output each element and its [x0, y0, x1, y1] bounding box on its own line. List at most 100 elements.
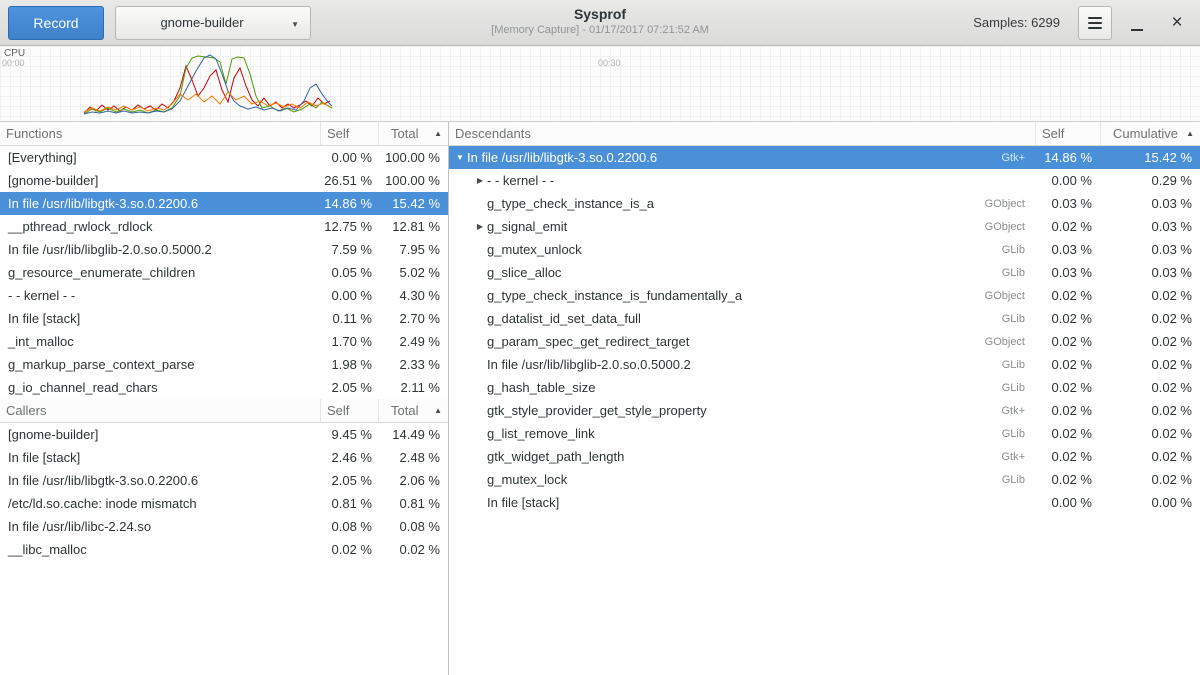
descendants-table-row[interactable]: g_slice_allocGLib0.03 %0.03 % — [449, 261, 1200, 284]
functions-table-row[interactable]: g_resource_enumerate_children0.05 %5.02 … — [0, 261, 448, 284]
cell-category-label: GObject — [965, 221, 1035, 233]
functions-table-row[interactable]: In file /usr/lib/libglib-2.0.so.0.5000.2… — [0, 238, 448, 261]
functions-table-row[interactable]: g_markup_parse_context_parse1.98 %2.33 % — [0, 353, 448, 376]
cell-function-name: _int_malloc — [0, 334, 320, 349]
cpu-usage-graph[interactable]: CPU 00:00 00:30 — [0, 46, 1200, 122]
minimize-button[interactable] — [1122, 8, 1152, 38]
descendants-table-row[interactable]: ▶- - kernel - -0.00 %0.29 % — [449, 169, 1200, 192]
callers-table-row[interactable]: In file [stack]2.46 %2.48 % — [0, 446, 448, 469]
descendants-panel: Descendants Self Cumulative ▲ ▼In file /… — [449, 122, 1200, 675]
column-header-self[interactable]: Self — [320, 122, 378, 145]
record-button[interactable]: Record — [8, 6, 104, 40]
cell-cumulative-percent: 0.03 % — [1100, 265, 1200, 280]
descendants-table-row[interactable]: g_type_check_instance_is_aGObject0.03 %0… — [449, 192, 1200, 215]
cell-self-percent: 0.00 % — [320, 288, 378, 303]
descendants-table-row[interactable]: ▼In file /usr/lib/libgtk-3.so.0.2200.6Gt… — [449, 146, 1200, 169]
cell-function-name: In file /usr/lib/libgtk-3.so.0.2200.6 — [0, 196, 320, 211]
functions-table-row[interactable]: In file /usr/lib/libgtk-3.so.0.2200.614.… — [0, 192, 448, 215]
descendants-table-row[interactable]: In file [stack]0.00 %0.00 % — [449, 491, 1200, 514]
cell-cumulative-percent: 0.02 % — [1100, 311, 1200, 326]
callers-table-row[interactable]: In file /usr/lib/libgtk-3.so.0.2200.62.0… — [0, 469, 448, 492]
callers-table-row[interactable]: /etc/ld.so.cache: inode mismatch0.81 %0.… — [0, 492, 448, 515]
callers-table-row[interactable]: In file /usr/lib/libc-2.24.so0.08 %0.08 … — [0, 515, 448, 538]
functions-table-row[interactable]: _int_malloc1.70 %2.49 % — [0, 330, 448, 353]
column-header-self[interactable]: Self — [320, 399, 378, 422]
descendants-table-row[interactable]: g_mutex_lockGLib0.02 %0.02 % — [449, 468, 1200, 491]
cell-self-percent: 0.05 % — [320, 265, 378, 280]
cell-total-percent: 100.00 % — [378, 173, 448, 188]
cell-self-percent: 2.05 % — [320, 380, 378, 395]
cell-descendant-name: g_type_check_instance_is_a — [487, 196, 654, 211]
descendants-table-row[interactable]: g_mutex_unlockGLib0.03 %0.03 % — [449, 238, 1200, 261]
dropdown-arrow-icon: ▼ — [291, 20, 299, 29]
cell-cumulative-percent: 0.29 % — [1100, 173, 1200, 188]
cell-cumulative-percent: 0.00 % — [1100, 495, 1200, 510]
cell-cumulative-percent: 0.03 % — [1100, 242, 1200, 257]
header-right-controls: Samples: 6299 × — [973, 6, 1192, 40]
descendants-table-row[interactable]: g_datalist_id_set_data_fullGLib0.02 %0.0… — [449, 307, 1200, 330]
sort-arrow-icon: ▲ — [434, 129, 442, 138]
cell-total-percent: 0.02 % — [378, 542, 448, 557]
functions-table-row[interactable]: - - kernel - -0.00 %4.30 % — [0, 284, 448, 307]
cell-cumulative-percent: 0.02 % — [1100, 334, 1200, 349]
column-header-total[interactable]: Total ▲ — [378, 122, 448, 145]
descendants-table-row[interactable]: gtk_widget_path_lengthGtk+0.02 %0.02 % — [449, 445, 1200, 468]
cell-descendant-name-group: g_datalist_id_set_data_full — [449, 311, 965, 326]
minimize-icon — [1131, 29, 1143, 31]
cell-self-percent: 2.05 % — [320, 473, 378, 488]
cell-descendant-name-group: ▼In file /usr/lib/libgtk-3.so.0.2200.6 — [449, 150, 965, 165]
profile-panels: Functions Self Total ▲ [Everything]0.00 … — [0, 122, 1200, 675]
functions-table-row[interactable]: In file [stack]0.11 %2.70 % — [0, 307, 448, 330]
cell-cumulative-percent: 0.02 % — [1100, 380, 1200, 395]
descendants-table-row[interactable]: g_list_remove_linkGLib0.02 %0.02 % — [449, 422, 1200, 445]
descendants-table-row[interactable]: g_param_spec_get_redirect_targetGObject0… — [449, 330, 1200, 353]
expander-open-icon[interactable]: ▼ — [453, 153, 467, 162]
cell-cumulative-percent: 0.02 % — [1100, 472, 1200, 487]
process-selector[interactable]: gnome-builder ▼ — [115, 6, 311, 40]
cell-total-percent: 100.00 % — [378, 150, 448, 165]
functions-table-row[interactable]: g_io_channel_read_chars2.05 %2.11 % — [0, 376, 448, 399]
menu-button[interactable] — [1078, 6, 1112, 40]
callers-table-row[interactable]: [gnome-builder]9.45 %14.49 % — [0, 423, 448, 446]
descendants-table-row[interactable]: ▶g_signal_emitGObject0.02 %0.03 % — [449, 215, 1200, 238]
functions-table-row[interactable]: __pthread_rwlock_rdlock12.75 %12.81 % — [0, 215, 448, 238]
cell-self-percent: 0.02 % — [1035, 472, 1100, 487]
cell-total-percent: 2.33 % — [378, 357, 448, 372]
cell-self-percent: 0.02 % — [1035, 426, 1100, 441]
column-header-descendants[interactable]: Descendants — [449, 122, 1035, 145]
functions-table-row[interactable]: [gnome-builder]26.51 %100.00 % — [0, 169, 448, 192]
column-header-total-label: Total — [385, 126, 424, 141]
cell-total-percent: 15.42 % — [378, 196, 448, 211]
column-header-functions[interactable]: Functions — [0, 122, 320, 145]
header-bar: Record gnome-builder ▼ Sysprof [Memory C… — [0, 0, 1200, 46]
cell-total-percent: 2.06 % — [378, 473, 448, 488]
expander-collapsed-icon[interactable]: ▶ — [473, 222, 487, 231]
column-header-self[interactable]: Self — [1035, 122, 1100, 145]
descendants-table-row[interactable]: In file /usr/lib/libglib-2.0.so.0.5000.2… — [449, 353, 1200, 376]
column-header-callers[interactable]: Callers — [0, 399, 320, 422]
cell-self-percent: 0.81 % — [320, 496, 378, 511]
time-tick-mid: 00:30 — [598, 58, 621, 68]
cell-descendant-name-group: gtk_widget_path_length — [449, 449, 965, 464]
descendants-table-row[interactable]: g_type_check_instance_is_fundamentally_a… — [449, 284, 1200, 307]
cell-self-percent: 14.86 % — [320, 196, 378, 211]
cell-total-percent: 4.30 % — [378, 288, 448, 303]
cell-cumulative-percent: 0.02 % — [1100, 357, 1200, 372]
cell-total-percent: 0.08 % — [378, 519, 448, 534]
descendants-table-row[interactable]: g_hash_table_sizeGLib0.02 %0.02 % — [449, 376, 1200, 399]
cell-descendant-name: In file /usr/lib/libglib-2.0.so.0.5000.2 — [487, 357, 691, 372]
close-button[interactable]: × — [1162, 8, 1192, 38]
expander-collapsed-icon[interactable]: ▶ — [473, 176, 487, 185]
cell-descendant-name: - - kernel - - — [487, 173, 554, 188]
cell-self-percent: 0.02 % — [1035, 403, 1100, 418]
cell-descendant-name-group: g_list_remove_link — [449, 426, 965, 441]
functions-table-row[interactable]: [Everything]0.00 %100.00 % — [0, 146, 448, 169]
cell-cumulative-percent: 0.03 % — [1100, 219, 1200, 234]
column-header-cumulative[interactable]: Cumulative ▲ — [1100, 122, 1200, 145]
cell-descendant-name: g_list_remove_link — [487, 426, 595, 441]
descendants-table-row[interactable]: gtk_style_provider_get_style_propertyGtk… — [449, 399, 1200, 422]
callers-table-row[interactable]: __libc_malloc0.02 %0.02 % — [0, 538, 448, 561]
cell-self-percent: 0.02 % — [1035, 311, 1100, 326]
column-header-total[interactable]: Total ▲ — [378, 399, 448, 422]
cell-self-percent: 9.45 % — [320, 427, 378, 442]
